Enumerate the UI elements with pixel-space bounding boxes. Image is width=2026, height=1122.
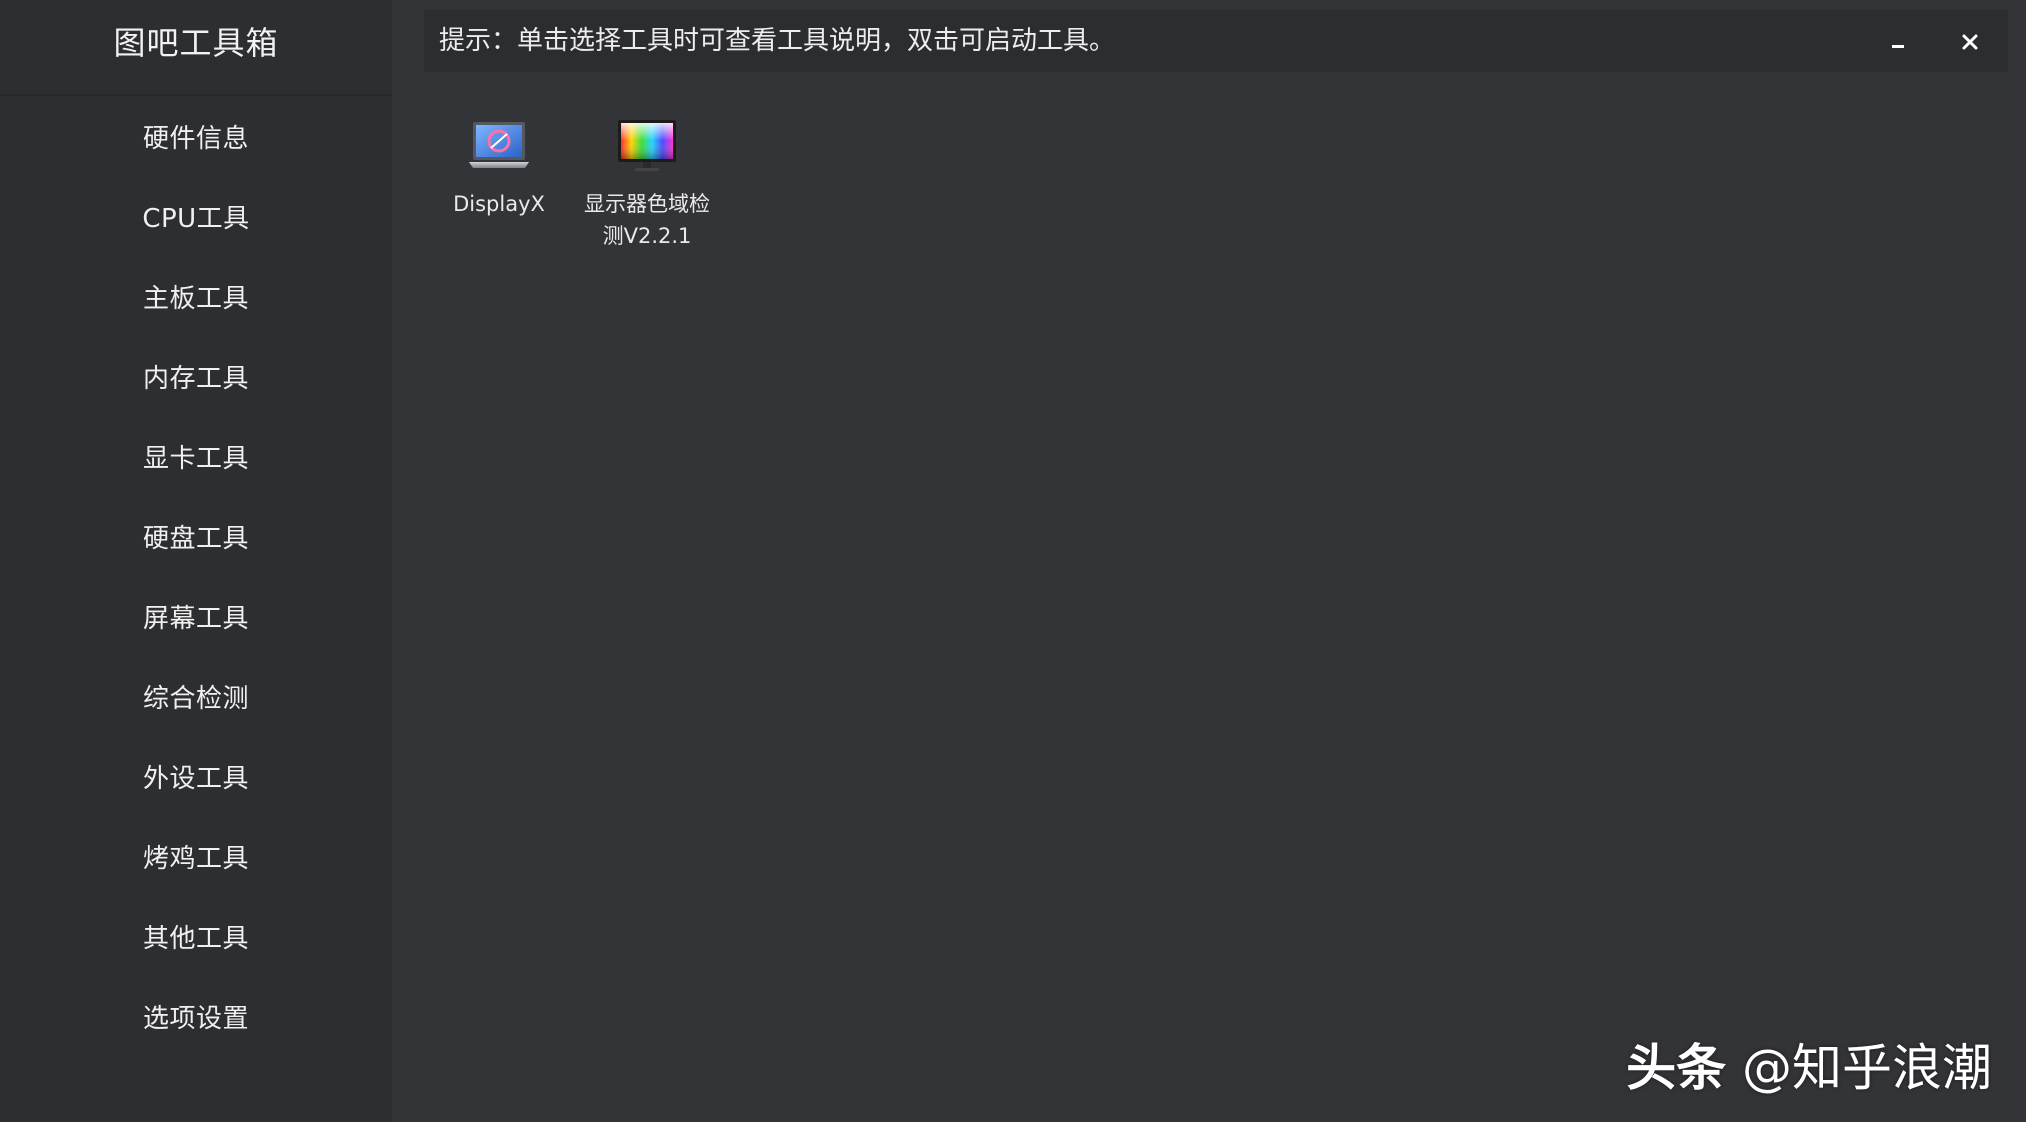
sidebar-item-label: 烤鸡工具: [142, 843, 249, 874]
sidebar: 图吧工具箱 硬件信息 CPU工具 主板工具 内存工具 显卡工具 硬盘工具 屏幕工…: [0, 0, 392, 1122]
sidebar-item-comprehensive-test[interactable]: 综合检测: [0, 656, 392, 736]
sidebar-item-label: 屏幕工具: [142, 603, 249, 634]
sidebar-item-disk-tools[interactable]: 硬盘工具: [0, 496, 392, 576]
sidebar-item-settings[interactable]: 选项设置: [0, 976, 392, 1056]
sidebar-item-label: 内存工具: [142, 363, 249, 394]
sidebar-item-label: CPU工具: [142, 203, 250, 234]
close-icon: [1962, 34, 1978, 50]
hint-text: 提示：单击选择工具时可查看工具说明，双击可启动工具。: [439, 26, 1116, 56]
app-window: 图吧工具箱 硬件信息 CPU工具 主板工具 内存工具 显卡工具 硬盘工具 屏幕工…: [0, 0, 2026, 1122]
minimize-icon: [1892, 44, 1904, 48]
laptop-icon: [469, 122, 529, 168]
sidebar-item-peripheral-tools[interactable]: 外设工具: [0, 736, 392, 816]
sidebar-item-label: 综合检测: [142, 683, 249, 714]
sidebar-item-cpu-tools[interactable]: CPU工具: [0, 176, 392, 256]
tool-displayx[interactable]: DisplayX: [424, 112, 574, 220]
sidebar-item-label: 主板工具: [142, 283, 249, 314]
sidebar-item-label: 显卡工具: [142, 443, 249, 474]
tool-label: DisplayX: [453, 192, 545, 216]
sidebar-item-label: 外设工具: [142, 763, 249, 794]
minimize-button[interactable]: [1876, 20, 1920, 64]
watermark-handle: @知乎浪潮: [1742, 1039, 1992, 1097]
watermark-brand: 头条: [1626, 1039, 1727, 1097]
tool-label: 显示器色域检测V2.2.1: [584, 192, 710, 248]
sidebar-item-hardware-info[interactable]: 硬件信息: [0, 96, 392, 176]
color-monitor-icon: [618, 120, 676, 171]
sidebar-item-gpu-tools[interactable]: 显卡工具: [0, 416, 392, 496]
tool-color-gamut-test[interactable]: 显示器色域检测V2.2.1: [572, 112, 722, 252]
sidebar-item-memory-tools[interactable]: 内存工具: [0, 336, 392, 416]
sidebar-item-label: 选项设置: [142, 1003, 249, 1034]
hint-bar: 提示：单击选择工具时可查看工具说明，双击可启动工具。: [424, 10, 2008, 72]
sidebar-item-label: 其他工具: [142, 923, 249, 954]
app-title: 图吧工具箱: [113, 24, 279, 62]
sidebar-item-stress-tools[interactable]: 烤鸡工具: [0, 816, 392, 896]
sidebar-item-label: 硬盘工具: [142, 523, 249, 554]
sidebar-nav: 硬件信息 CPU工具 主板工具 内存工具 显卡工具 硬盘工具 屏幕工具 综合检测…: [0, 96, 392, 1056]
sidebar-item-label: 硬件信息: [142, 123, 249, 154]
sidebar-item-screen-tools[interactable]: 屏幕工具: [0, 576, 392, 656]
sidebar-item-motherboard-tools[interactable]: 主板工具: [0, 256, 392, 336]
sidebar-item-other-tools[interactable]: 其他工具: [0, 896, 392, 976]
watermark: 头条 @知乎浪潮: [1626, 1028, 1992, 1100]
close-button[interactable]: [1948, 20, 1992, 64]
tool-grid: DisplayX 显示器色域检测V2.2.1: [424, 112, 2008, 1062]
